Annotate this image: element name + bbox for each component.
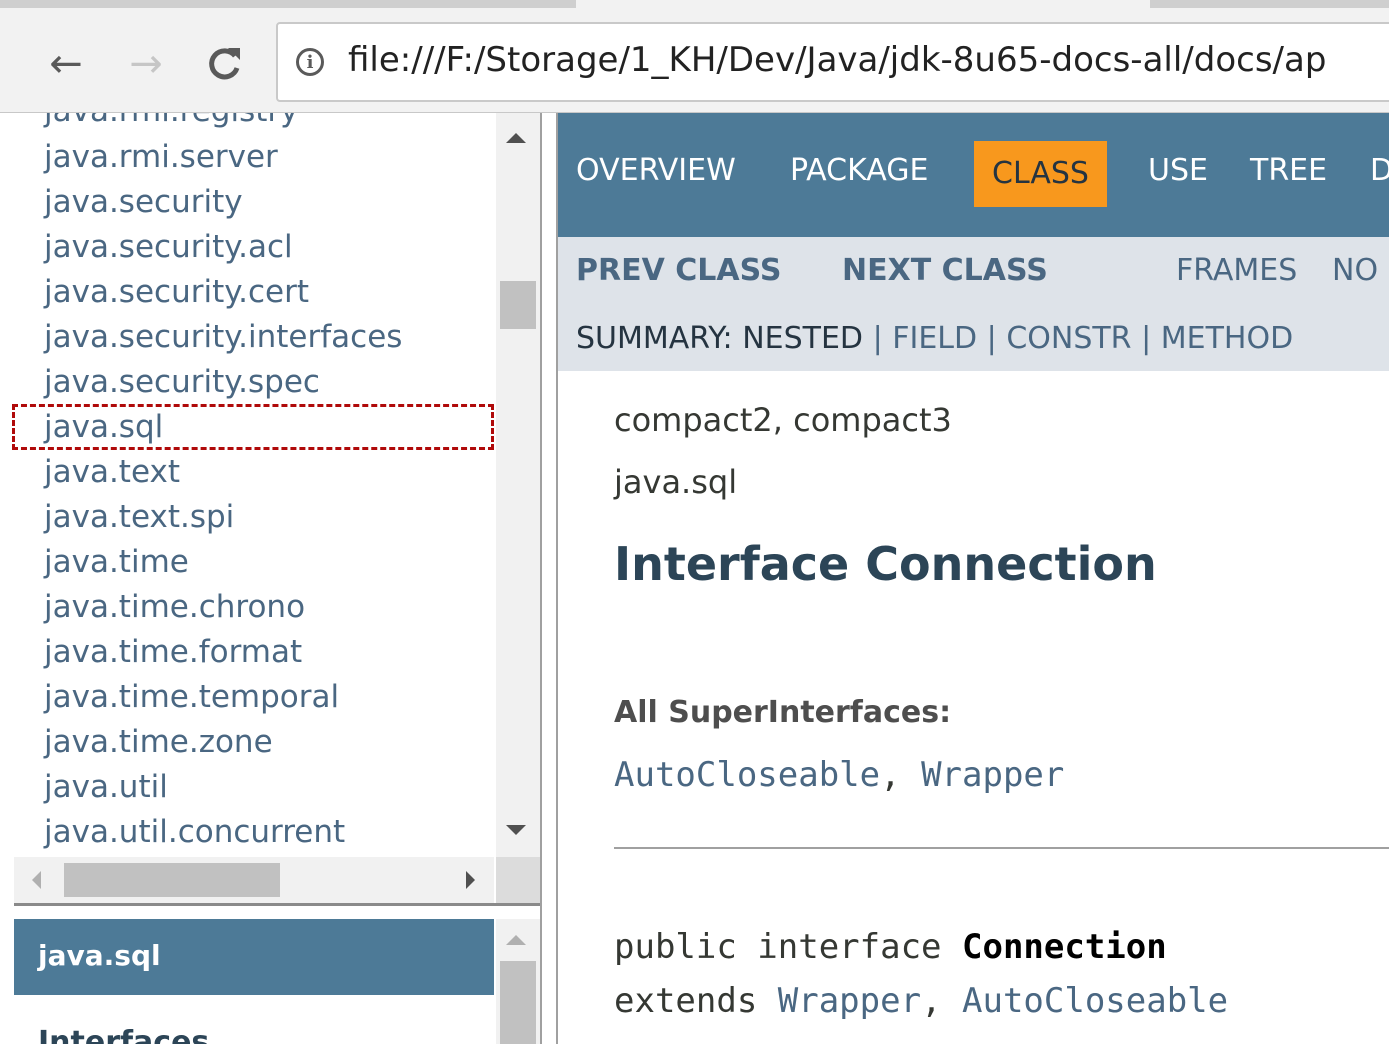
package-link[interactable]: java.util <box>44 767 168 807</box>
package-list-horizontal-scrollbar[interactable] <box>14 857 494 903</box>
summary-separator: | <box>872 321 883 356</box>
scrollbar-thumb[interactable] <box>500 281 536 329</box>
signature-extends: extends <box>614 981 778 1021</box>
arrow-right-icon: → <box>129 41 163 87</box>
nav-class-active: CLASS <box>974 141 1107 207</box>
summary-field-link[interactable]: FIELD <box>892 321 977 356</box>
divider <box>614 847 1389 849</box>
package-list: java.rmi.registry java.rmi.server java.s… <box>14 113 494 857</box>
superinterface-separator: , <box>880 755 922 795</box>
package-frame-title[interactable]: java.sql <box>38 939 161 972</box>
package-link[interactable]: java.text.spi <box>44 497 234 537</box>
package-list-vertical-scrollbar[interactable] <box>496 113 540 857</box>
package-frame-vertical-scrollbar[interactable] <box>496 919 540 1044</box>
highlight-annotation-box <box>12 404 494 450</box>
forward-button[interactable]: → <box>120 38 172 90</box>
signature-modifiers: public interface <box>614 927 962 967</box>
package-label: java.sql <box>614 463 738 501</box>
package-link[interactable]: java.time.format <box>44 632 302 672</box>
arrow-left-icon: ← <box>49 41 83 87</box>
scroll-right-arrow-icon[interactable] <box>466 871 475 889</box>
nav-package-link[interactable]: PACKAGE <box>790 151 928 191</box>
superinterfaces-label: All SuperInterfaces: <box>614 695 952 730</box>
compact-profiles: compact2, compact3 <box>614 401 952 439</box>
top-navbar: OVERVIEW PACKAGE CLASS USE TREE D <box>558 113 1389 237</box>
reload-button[interactable] <box>198 38 250 90</box>
package-link[interactable]: java.time.temporal <box>44 677 339 717</box>
scrollbar-corner <box>496 857 540 903</box>
nav-use-link[interactable]: USE <box>1148 151 1208 191</box>
scrollbar-thumb[interactable] <box>500 961 536 1044</box>
signature-wrapper-link[interactable]: Wrapper <box>778 981 921 1021</box>
package-link[interactable]: java.security.acl <box>44 227 293 267</box>
package-link[interactable]: java.util.concurrent <box>44 812 345 852</box>
reload-icon <box>209 48 240 80</box>
no-frames-link[interactable]: NO <box>1332 251 1378 291</box>
package-link[interactable]: java.rmi.registry <box>44 113 299 131</box>
package-link[interactable]: java.rmi.server <box>44 137 278 177</box>
scroll-down-arrow-icon[interactable] <box>506 825 526 835</box>
superinterface-wrapper-link[interactable]: Wrapper <box>921 755 1064 795</box>
url-text[interactable]: file:///F:/Storage/1_KH/Dev/Java/jdk-8u6… <box>348 40 1326 80</box>
frames-link[interactable]: FRAMES <box>1176 251 1297 291</box>
sub-navbar: PREV CLASS NEXT CLASS FRAMES NO SUMMARY:… <box>558 237 1389 371</box>
summary-separator: | <box>986 321 997 356</box>
package-link[interactable]: java.security.interfaces <box>44 317 402 357</box>
summary-separator: | <box>1141 321 1152 356</box>
next-class-label: NEXT CLASS <box>842 253 1048 288</box>
signature-line-2: extends Wrapper, AutoCloseable <box>614 981 1228 1021</box>
page-title: Interface Connection <box>614 537 1157 591</box>
tab-left-edge <box>0 0 576 8</box>
signature-autocloseable-link[interactable]: AutoCloseable <box>962 981 1228 1021</box>
scroll-up-arrow-icon[interactable] <box>506 133 526 143</box>
frame-divider-horizontal[interactable] <box>14 903 542 917</box>
summary-constr-link[interactable]: CONSTR <box>1006 321 1131 356</box>
superinterfaces-list: AutoCloseable, Wrapper <box>614 755 1064 795</box>
package-link[interactable]: java.security <box>44 182 243 222</box>
browser-toolbar: ← → i file:///F:/Storage/1_KH/Dev/Java/j… <box>0 8 1389 113</box>
scroll-up-arrow-icon[interactable] <box>506 935 526 945</box>
signature-line-1: public interface Connection <box>614 927 1167 967</box>
package-link[interactable]: java.security.cert <box>44 272 309 312</box>
summary-method-link[interactable]: METHOD <box>1161 321 1293 356</box>
package-link[interactable]: java.security.spec <box>44 362 320 402</box>
signature-name: Connection <box>962 927 1167 967</box>
summary-nested-label: SUMMARY: NESTED <box>576 321 864 356</box>
packages-frame: java.rmi.registry java.rmi.server java.s… <box>14 113 542 1044</box>
package-link[interactable]: java.time.zone <box>44 722 273 762</box>
superinterface-autocloseable-link[interactable]: AutoCloseable <box>614 755 880 795</box>
address-bar[interactable]: i file:///F:/Storage/1_KH/Dev/Java/jdk-8… <box>276 22 1389 102</box>
package-link[interactable]: java.text <box>44 452 180 492</box>
package-frame-header: java.sql <box>14 919 494 995</box>
prev-class-label: PREV CLASS <box>576 253 782 288</box>
signature-separator: , <box>921 981 963 1021</box>
package-link[interactable]: java.time <box>44 542 189 582</box>
nav-tree-link[interactable]: TREE <box>1250 151 1327 191</box>
nav-deprecated-link[interactable]: D <box>1370 151 1389 191</box>
scroll-left-arrow-icon[interactable] <box>32 871 41 889</box>
summary-line: SUMMARY: NESTED | FIELD | CONSTR | METHO… <box>576 319 1293 359</box>
package-link[interactable]: java.time.chrono <box>44 587 305 627</box>
horizontal-scrollbar-thumb[interactable] <box>64 863 280 897</box>
class-frame: OVERVIEW PACKAGE CLASS USE TREE D PREV C… <box>558 113 1389 1044</box>
nav-overview-link[interactable]: OVERVIEW <box>576 151 736 191</box>
tab-strip <box>0 0 1389 8</box>
tab-right-edge <box>1150 0 1389 8</box>
back-button[interactable]: ← <box>40 38 92 90</box>
info-icon[interactable]: i <box>296 48 324 76</box>
frame-divider-vertical[interactable] <box>540 113 558 1044</box>
package-frame-section-heading: Interfaces <box>38 1025 210 1044</box>
